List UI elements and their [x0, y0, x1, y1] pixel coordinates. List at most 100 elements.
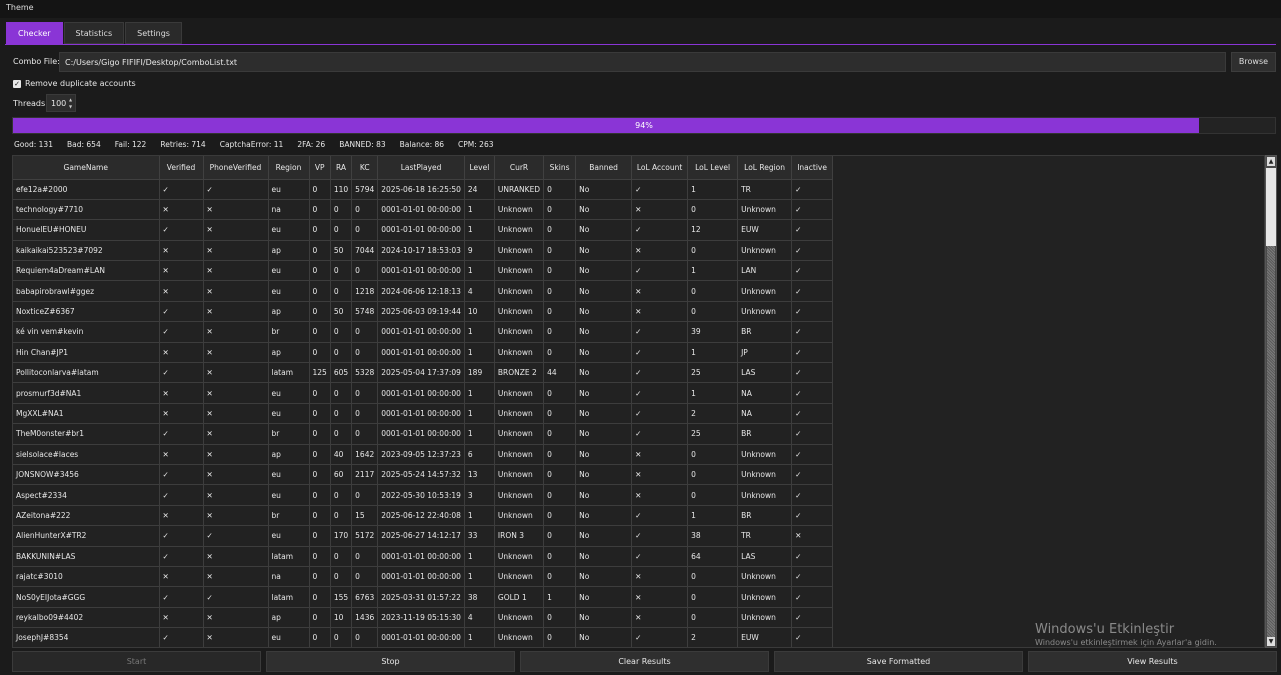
table-cell: ✕	[159, 505, 204, 527]
table-cell: No	[575, 607, 633, 629]
table-cell: 2025-03-31 01:57:22	[377, 586, 465, 608]
column-header[interactable]: Region	[268, 156, 310, 180]
table-row[interactable]: sielsolace#laces ✕ ✕ ap 0 40 1642 2023-09-05 12…	[13, 444, 834, 465]
table-row[interactable]: BAKKUNIN#LAS ✓ ✕ latam 0 0 0 0001-01-01 00:00:0…	[13, 546, 834, 567]
view-results-button[interactable]: View Results	[1028, 651, 1277, 672]
table-cell: ✓	[631, 546, 689, 567]
scroll-up-icon[interactable]: ▲	[1267, 157, 1275, 166]
table-cell: Requiem4aDream#LAN	[13, 260, 160, 282]
table-cell: 2117	[351, 464, 379, 486]
table-row[interactable]: NoxticeZ#6367 ✓ ✕ ap 0 50 5748 2025-06-03 09:19…	[13, 301, 834, 323]
table-cell: 0	[309, 382, 331, 404]
table-cell: Unknown	[737, 301, 793, 323]
column-header[interactable]: KC	[351, 156, 379, 180]
stop-button[interactable]: Stop	[266, 651, 515, 672]
threads-spinbox[interactable]: 100 ▲ ▼	[46, 94, 76, 112]
column-header[interactable]: GameName	[13, 156, 160, 180]
combo-file-input[interactable]	[59, 52, 1226, 72]
column-header[interactable]: LoL Level	[687, 156, 739, 180]
table-cell: 2025-06-27 14:12:17	[377, 525, 465, 547]
table-row[interactable]: technology#7710 ✕ ✕ na 0 0 0 0001-01-01 00:00:0…	[13, 199, 834, 221]
table-cell: NoxticeZ#6367	[13, 301, 160, 323]
spin-up-icon[interactable]: ▲	[67, 96, 74, 103]
table-cell: 1	[687, 342, 739, 364]
remove-duplicates-checkbox[interactable]: ✓	[13, 79, 21, 88]
table-cell: 4	[464, 607, 495, 629]
table-cell: 0	[330, 280, 353, 302]
table-row[interactable]: rajatc#3010 ✕ ✕ na 0 0 0 0001-01-01 00:00:00 1 Un…	[13, 566, 834, 588]
threads-value: 100	[51, 99, 67, 108]
table-cell: 0	[543, 423, 577, 445]
clear-results-button[interactable]: Clear Results	[520, 651, 769, 672]
start-button[interactable]: Start	[12, 651, 261, 672]
table-cell: 2	[687, 403, 739, 425]
column-header[interactable]: Banned	[575, 156, 633, 180]
save-formatted-button[interactable]: Save Formatted	[774, 651, 1023, 672]
table-cell: 0	[330, 505, 353, 527]
table-cell: Unknown	[494, 199, 545, 221]
table-cell: 2025-05-24 14:57:32	[377, 464, 465, 486]
table-cell: 2025-05-04 17:37:09	[377, 362, 465, 384]
table-cell: 0	[543, 219, 577, 241]
table-cell: No	[575, 525, 633, 547]
table-cell: 125	[309, 362, 331, 384]
table-cell: 1	[464, 505, 495, 527]
table-row[interactable]: JosephJ#8354 ✓ ✕ eu 0 0 0 0001-01-01 00:00:00 1 U…	[13, 627, 834, 647]
table-cell: na	[268, 566, 310, 588]
table-cell: ✕	[159, 444, 204, 465]
table-scrollbar[interactable]: ▲ ▼	[1265, 155, 1277, 648]
table-cell: No	[575, 505, 633, 527]
browse-button[interactable]: Browse	[1231, 52, 1276, 72]
table-row[interactable]: reykalbo09#4402 ✕ ✕ ap 0 10 1436 2023-11-19 05:…	[13, 607, 834, 629]
column-header[interactable]: VP	[309, 156, 331, 180]
column-header[interactable]: Skins	[543, 156, 577, 180]
table-row[interactable]: AlienHunterX#TR2 ✓ ✓ eu 0 170 5172 2025-06-27 1…	[13, 525, 834, 547]
table-cell: 0	[543, 444, 577, 465]
column-header[interactable]: LoL Region	[737, 156, 793, 180]
table-cell: 0	[351, 423, 379, 445]
column-header[interactable]: Verified	[159, 156, 204, 180]
action-buttons: Start Stop Clear Results Save Formatted …	[12, 651, 1277, 672]
table-row[interactable]: Pollitoconlarva#latam ✓ ✕ latam 125 605 5328 20…	[13, 362, 834, 384]
scroll-down-icon[interactable]: ▼	[1267, 637, 1275, 646]
column-header[interactable]: LoL Account	[631, 156, 689, 180]
table-row[interactable]: JONSNOW#3456 ✓ ✕ eu 0 60 2117 2025-05-24 14:57:…	[13, 464, 834, 486]
tab-checker[interactable]: Checker	[6, 22, 63, 44]
table-cell: 25	[687, 423, 739, 445]
table-cell: Unknown	[494, 382, 545, 404]
table-row[interactable]: Aspect#2334 ✓ ✕ eu 0 0 0 2022-05-30 10:53:19 3 Un…	[13, 484, 834, 506]
table-row[interactable]: Hin Chan#JP1 ✕ ✕ ap 0 0 0 0001-01-01 00:00:00 1 U…	[13, 342, 834, 364]
table-row[interactable]: HonuelEU#HONEU ✓ ✕ eu 0 0 0 0001-01-01 00:00:00…	[13, 219, 834, 241]
table-cell: 0	[309, 484, 331, 506]
spin-down-icon[interactable]: ▼	[67, 103, 74, 110]
table-row[interactable]: MgXXL#NA1 ✕ ✕ eu 0 0 0 0001-01-01 00:00:00 1 Unkn…	[13, 403, 834, 425]
table-row[interactable]: prosmurf3d#NA1 ✕ ✕ eu 0 0 0 0001-01-01 00:00:00…	[13, 382, 834, 404]
tab-settings[interactable]: Settings	[125, 22, 182, 44]
table-cell: ✕	[203, 566, 269, 588]
table-cell: ✓	[631, 505, 689, 527]
table-cell: ✓	[631, 342, 689, 364]
table-row[interactable]: babapirobrawl#ggez ✕ ✕ eu 0 0 1218 2024-06-06 1…	[13, 280, 834, 302]
table-row[interactable]: Requiem4aDream#LAN ✕ ✕ eu 0 0 0 0001-01-01 00:0…	[13, 260, 834, 282]
table-cell: ✓	[159, 321, 204, 343]
table-row[interactable]: kaikaikai523523#7092 ✕ ✕ ap 0 50 7044 2024-10-1…	[13, 240, 834, 262]
column-header[interactable]: Level	[464, 156, 495, 180]
table-row[interactable]: ké vin vem#kevin ✓ ✕ br 0 0 0 0001-01-01 00:00:…	[13, 321, 834, 343]
table-cell: 0	[351, 627, 379, 647]
table-cell: No	[575, 219, 633, 241]
remove-duplicates-option[interactable]: ✓ Remove duplicate accounts	[13, 79, 136, 88]
column-header[interactable]: CurR	[494, 156, 545, 180]
column-header[interactable]: Inactive	[791, 156, 834, 180]
threads-spinner[interactable]: ▲ ▼	[67, 96, 74, 110]
tab-statistics[interactable]: Statistics	[63, 22, 125, 44]
table-cell: 2022-05-30 10:53:19	[377, 484, 465, 506]
menu-theme[interactable]: Theme	[6, 3, 34, 12]
table-row[interactable]: TheM0onster#br1 ✓ ✕ br 0 0 0 0001-01-01 00:00:0…	[13, 423, 834, 445]
table-row[interactable]: AZeitona#222 ✕ ✕ br 0 0 15 2025-06-12 22:40:08 1…	[13, 505, 834, 527]
column-header[interactable]: LastPlayed	[377, 156, 465, 180]
table-row[interactable]: efe12a#2000 ✓ ✓ eu 0 110 5794 2025-06-18 16:25:…	[13, 179, 834, 200]
column-header[interactable]: RA	[330, 156, 353, 180]
table-row[interactable]: NoS0yEIJota#GGG ✓ ✓ latam 0 155 6763 2025-03-31…	[13, 586, 834, 608]
column-header[interactable]: PhoneVerified	[203, 156, 269, 180]
scrollbar-thumb[interactable]	[1266, 168, 1276, 246]
